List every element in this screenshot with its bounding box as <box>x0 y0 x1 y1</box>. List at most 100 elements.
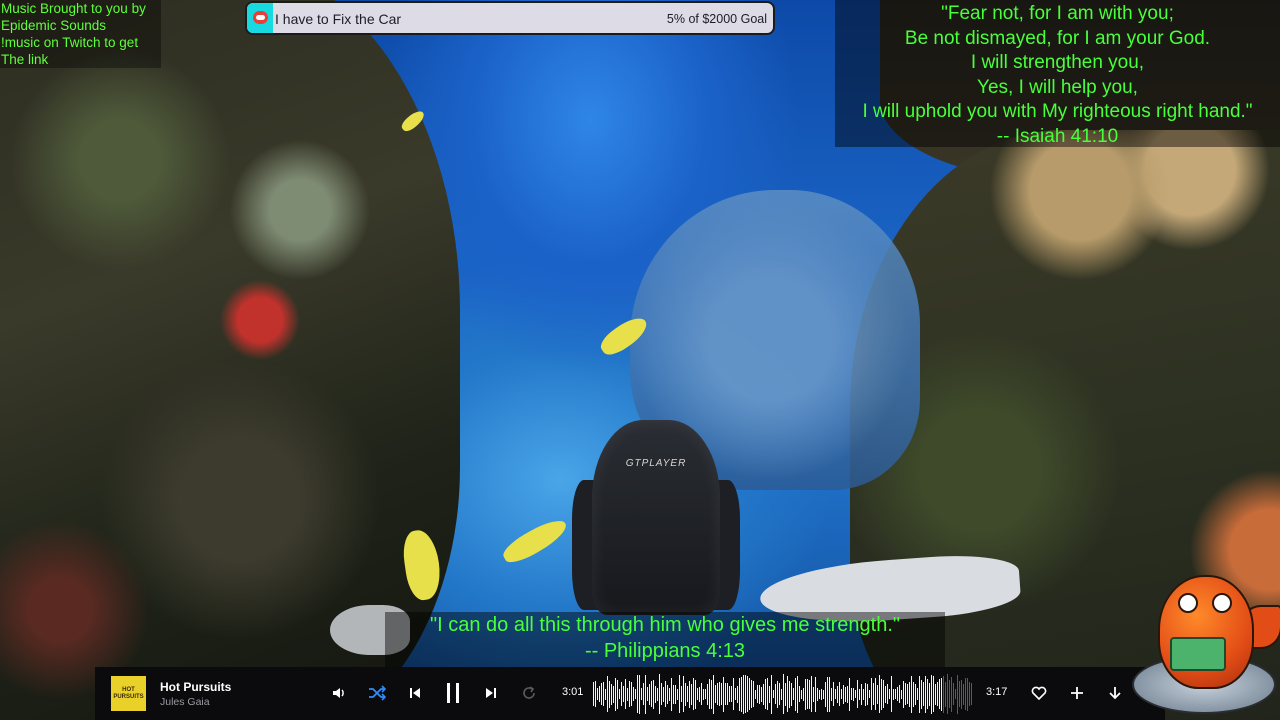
waveform-bar <box>689 680 690 708</box>
waveform-bar <box>861 683 862 705</box>
waveform-bar <box>803 687 804 701</box>
waveform-bar <box>621 682 622 706</box>
waveform-bar <box>825 681 826 707</box>
waveform-bar <box>599 686 600 702</box>
music-player-bar: HOT PURSUITS Hot Pursuits Jules Gaia 3:0… <box>95 667 1165 720</box>
verse-line: "Fear not, for I am with you; <box>941 3 1174 24</box>
waveform-bar <box>683 676 684 712</box>
waveform-bar <box>945 681 946 707</box>
shuffle-button[interactable] <box>367 683 387 703</box>
credits-line: !music on Twitch to get <box>1 35 139 50</box>
mascot-body <box>1158 575 1254 689</box>
waveform-bar <box>897 687 898 701</box>
waveform-bar <box>605 688 606 700</box>
waveform-bar <box>725 683 726 705</box>
waveform-bar <box>827 676 828 712</box>
waveform-bar <box>809 679 810 709</box>
waveform-bar <box>619 689 620 699</box>
heart-icon <box>1031 686 1047 700</box>
waveform-bar <box>903 680 904 708</box>
add-to-playlist-button[interactable] <box>1067 683 1087 703</box>
waveform-bar <box>843 684 844 704</box>
waveform-seekbar[interactable] <box>593 673 973 715</box>
waveform-bar <box>911 675 912 713</box>
waveform-bar <box>777 680 778 708</box>
song-title[interactable]: Hot Pursuits <box>160 680 231 694</box>
waveform-bar <box>813 686 814 702</box>
waveform-bar <box>847 685 848 703</box>
donation-goal-widget[interactable]: I have to Fix the Car 5% of $2000 Goal <box>245 1 775 35</box>
waveform-bar <box>849 677 850 711</box>
next-track-button[interactable] <box>481 683 501 703</box>
waveform-bar <box>817 687 818 701</box>
waveform-bar <box>713 674 714 714</box>
album-art[interactable]: HOT PURSUITS <box>111 676 146 711</box>
waveform-bar <box>859 688 860 700</box>
waveform-bar <box>737 685 738 703</box>
waveform-bar <box>811 676 812 712</box>
waveform-bar <box>801 689 802 699</box>
waveform-bar <box>769 685 770 703</box>
waveform-bar <box>603 682 604 706</box>
artist-name[interactable]: Jules Gaia <box>160 696 210 708</box>
verse-reference: -- Isaiah 41:10 <box>996 125 1119 147</box>
waveform-bar <box>681 686 682 702</box>
waveform-bar <box>907 684 908 704</box>
waveform-bar <box>851 688 852 700</box>
repeat-button[interactable] <box>519 683 539 703</box>
download-button[interactable] <box>1105 683 1125 703</box>
verse-line: I will strengthen you, <box>970 52 1145 73</box>
waveform-bar <box>663 686 664 702</box>
waveform-bar <box>773 690 774 698</box>
waveform-bar <box>877 684 878 704</box>
like-button[interactable] <box>1029 683 1049 703</box>
waveform-bar <box>687 686 688 702</box>
waveform-bar <box>883 680 884 708</box>
waveform-bar <box>917 688 918 700</box>
goal-title: I have to Fix the Car <box>275 11 402 27</box>
verse-line: "I can do all this through him who gives… <box>430 614 900 636</box>
waveform-bar <box>949 680 950 708</box>
pause-icon <box>447 683 459 703</box>
waveform-bar <box>863 688 864 700</box>
waveform-bar <box>873 683 874 705</box>
waveform-bar <box>927 679 928 709</box>
waveform-bar <box>699 686 700 702</box>
waveform-bar <box>743 674 744 714</box>
waveform-bar <box>703 688 704 700</box>
waveform-bar <box>625 679 626 709</box>
shuffle-icon <box>369 685 386 701</box>
waveform-bar <box>665 681 666 707</box>
credits-line: Epidemic Sounds <box>1 18 107 33</box>
waveform-bar <box>961 679 962 709</box>
waveform-bar <box>967 677 968 711</box>
waveform-bar <box>879 675 880 713</box>
mascot-eye <box>1212 593 1232 613</box>
waveform-bar <box>831 687 832 701</box>
previous-track-button[interactable] <box>405 683 425 703</box>
waveform-bar <box>685 682 686 706</box>
waveform-bar <box>791 682 792 706</box>
waveform-bar <box>937 682 938 706</box>
waveform-bar <box>887 684 888 704</box>
waveform-bar <box>779 683 780 705</box>
waveform-bar <box>969 682 970 706</box>
chair-backrest <box>592 420 720 615</box>
waveform-bar <box>749 678 750 710</box>
pause-button[interactable] <box>443 683 463 703</box>
waveform-bar <box>639 674 640 714</box>
waveform-bar <box>943 675 944 713</box>
waveform-bar <box>731 686 732 702</box>
volume-button[interactable] <box>329 683 349 703</box>
waveform-bar <box>885 685 886 703</box>
waveform-bar <box>765 679 766 709</box>
waveform-bar <box>929 682 930 706</box>
waveform-bar <box>923 682 924 706</box>
waveform-bar <box>711 679 712 709</box>
waveform-bar <box>767 678 768 710</box>
waveform-bar <box>733 678 734 710</box>
waveform-bar <box>905 683 906 705</box>
waveform-bar <box>869 690 870 698</box>
waveform-bar <box>757 685 758 703</box>
previous-track-icon <box>410 688 420 698</box>
